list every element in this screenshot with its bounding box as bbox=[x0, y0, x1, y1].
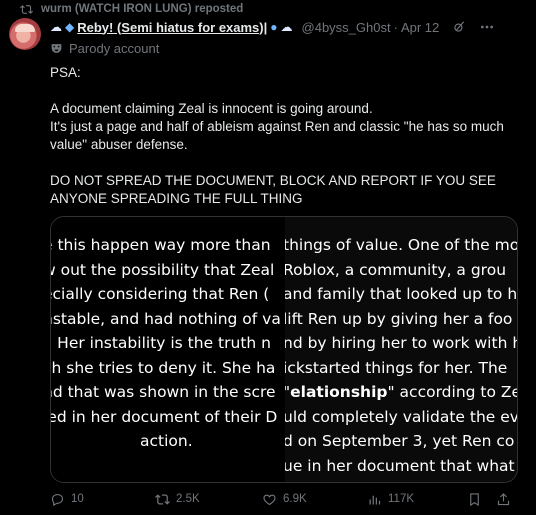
document-line: things of value. One of the mo bbox=[285, 236, 517, 254]
document-left-page: e this happen way more than w out the po… bbox=[51, 217, 285, 482]
document-line: d on September 3, yet Ren co bbox=[285, 432, 515, 450]
tweet-line-ableism: It's just a page and half of ableism aga… bbox=[50, 119, 504, 152]
repost-label[interactable]: wurm (WATCH IRON LUNG) reposted bbox=[41, 3, 243, 15]
action-bar: 10 2.5K 6.9K 117K bbox=[50, 489, 526, 509]
views-icon bbox=[369, 495, 381, 504]
heart-icon bbox=[263, 494, 276, 505]
document-line: Roblox, a community, a grou bbox=[285, 260, 507, 279]
bookmark-button[interactable] bbox=[467, 492, 482, 507]
attached-image[interactable]: e this happen way more than w out the po… bbox=[50, 216, 518, 483]
document-line: l. Her instability is the truth n bbox=[51, 334, 271, 352]
people-emoji-icon: ● bbox=[270, 20, 278, 34]
handle[interactable]: @4byss_Gh0st bbox=[302, 20, 391, 35]
separator-dot: · bbox=[393, 19, 398, 35]
document-line: ecially considering that Ren ( bbox=[51, 285, 270, 303]
like-button[interactable]: 6.9K bbox=[262, 492, 367, 507]
repost-button[interactable]: 2.5K bbox=[155, 492, 262, 507]
tweet-line-document: A document claiming Zeal is innocent is … bbox=[50, 101, 373, 116]
reply-count: 10 bbox=[71, 493, 84, 505]
views-button[interactable]: 117K bbox=[367, 492, 467, 507]
more-icon[interactable] bbox=[479, 19, 495, 35]
bookmark-icon bbox=[470, 492, 479, 506]
post-date[interactable]: Apr 12 bbox=[401, 20, 439, 35]
parody-label-row: Parody account bbox=[50, 40, 159, 56]
grok-icon[interactable] bbox=[452, 20, 466, 34]
document-line: ch she tries to deny it. She ha bbox=[51, 358, 276, 377]
tweet-line-psa: PSA: bbox=[50, 65, 81, 80]
document-line: action. bbox=[140, 432, 193, 450]
document-line-relationship: "elationship" according to Zea bbox=[285, 380, 517, 405]
document-line: nd by hiring her to work with h bbox=[285, 334, 517, 352]
like-count: 6.9K bbox=[283, 493, 307, 505]
fish-emoji-icon: ◆ bbox=[65, 20, 75, 34]
ghost-emoji-icon: ☁ bbox=[50, 20, 62, 34]
repost-icon bbox=[20, 4, 33, 14]
document-line: lift Ren up by giving her a foo bbox=[285, 309, 513, 328]
relationship-rest: " according to Zea bbox=[387, 383, 518, 401]
document-line: ickstarted things for her. The bbox=[285, 358, 508, 377]
share-icon bbox=[497, 492, 510, 505]
tweet-text: PSA: A document claiming Zeal is innocen… bbox=[50, 64, 526, 208]
tweet-line-warning: DO NOT SPREAD THE DOCUMENT, BLOCK AND RE… bbox=[50, 173, 496, 206]
reply-icon bbox=[51, 493, 64, 506]
document-line: and family that looked up to h bbox=[285, 285, 517, 303]
reply-button[interactable]: 10 bbox=[50, 492, 155, 507]
document-line: nstable, and had nothing of va bbox=[51, 309, 281, 328]
document-line: ue in her document that what bbox=[285, 456, 515, 475]
post-header: ☁ ◆ Reby! (Semi hiatus for exams)| ● ☁ @… bbox=[50, 16, 530, 38]
repost-banner[interactable]: wurm (WATCH IRON LUNG) reposted bbox=[20, 1, 243, 17]
document-right-page: things of value. One of the mo Roblox, a… bbox=[285, 217, 517, 482]
avatar[interactable] bbox=[9, 18, 41, 50]
parody-label: Parody account bbox=[69, 40, 160, 56]
share-button[interactable] bbox=[496, 492, 511, 507]
document-line: w out the possibility that Zeal bbox=[51, 260, 275, 279]
document-line: e this happen way more than bbox=[51, 236, 271, 254]
document-line: nd that was shown in the scre bbox=[51, 383, 276, 401]
document-line: led in her document of their D bbox=[51, 407, 278, 426]
thought-bubble-emoji-icon: ☁ bbox=[280, 20, 293, 34]
parody-mask-icon bbox=[51, 43, 62, 53]
repost-count: 2.5K bbox=[176, 493, 200, 505]
document-line: uld completely validate the ev bbox=[285, 407, 517, 426]
post-page: wurm (WATCH IRON LUNG) reposted ☁ ◆ Reby… bbox=[0, 0, 536, 515]
bold-relationship: elationship bbox=[290, 383, 388, 401]
display-name[interactable]: Reby! (Semi hiatus for exams)| bbox=[77, 20, 267, 35]
repost-icon bbox=[155, 493, 170, 505]
views-count: 117K bbox=[388, 493, 415, 505]
